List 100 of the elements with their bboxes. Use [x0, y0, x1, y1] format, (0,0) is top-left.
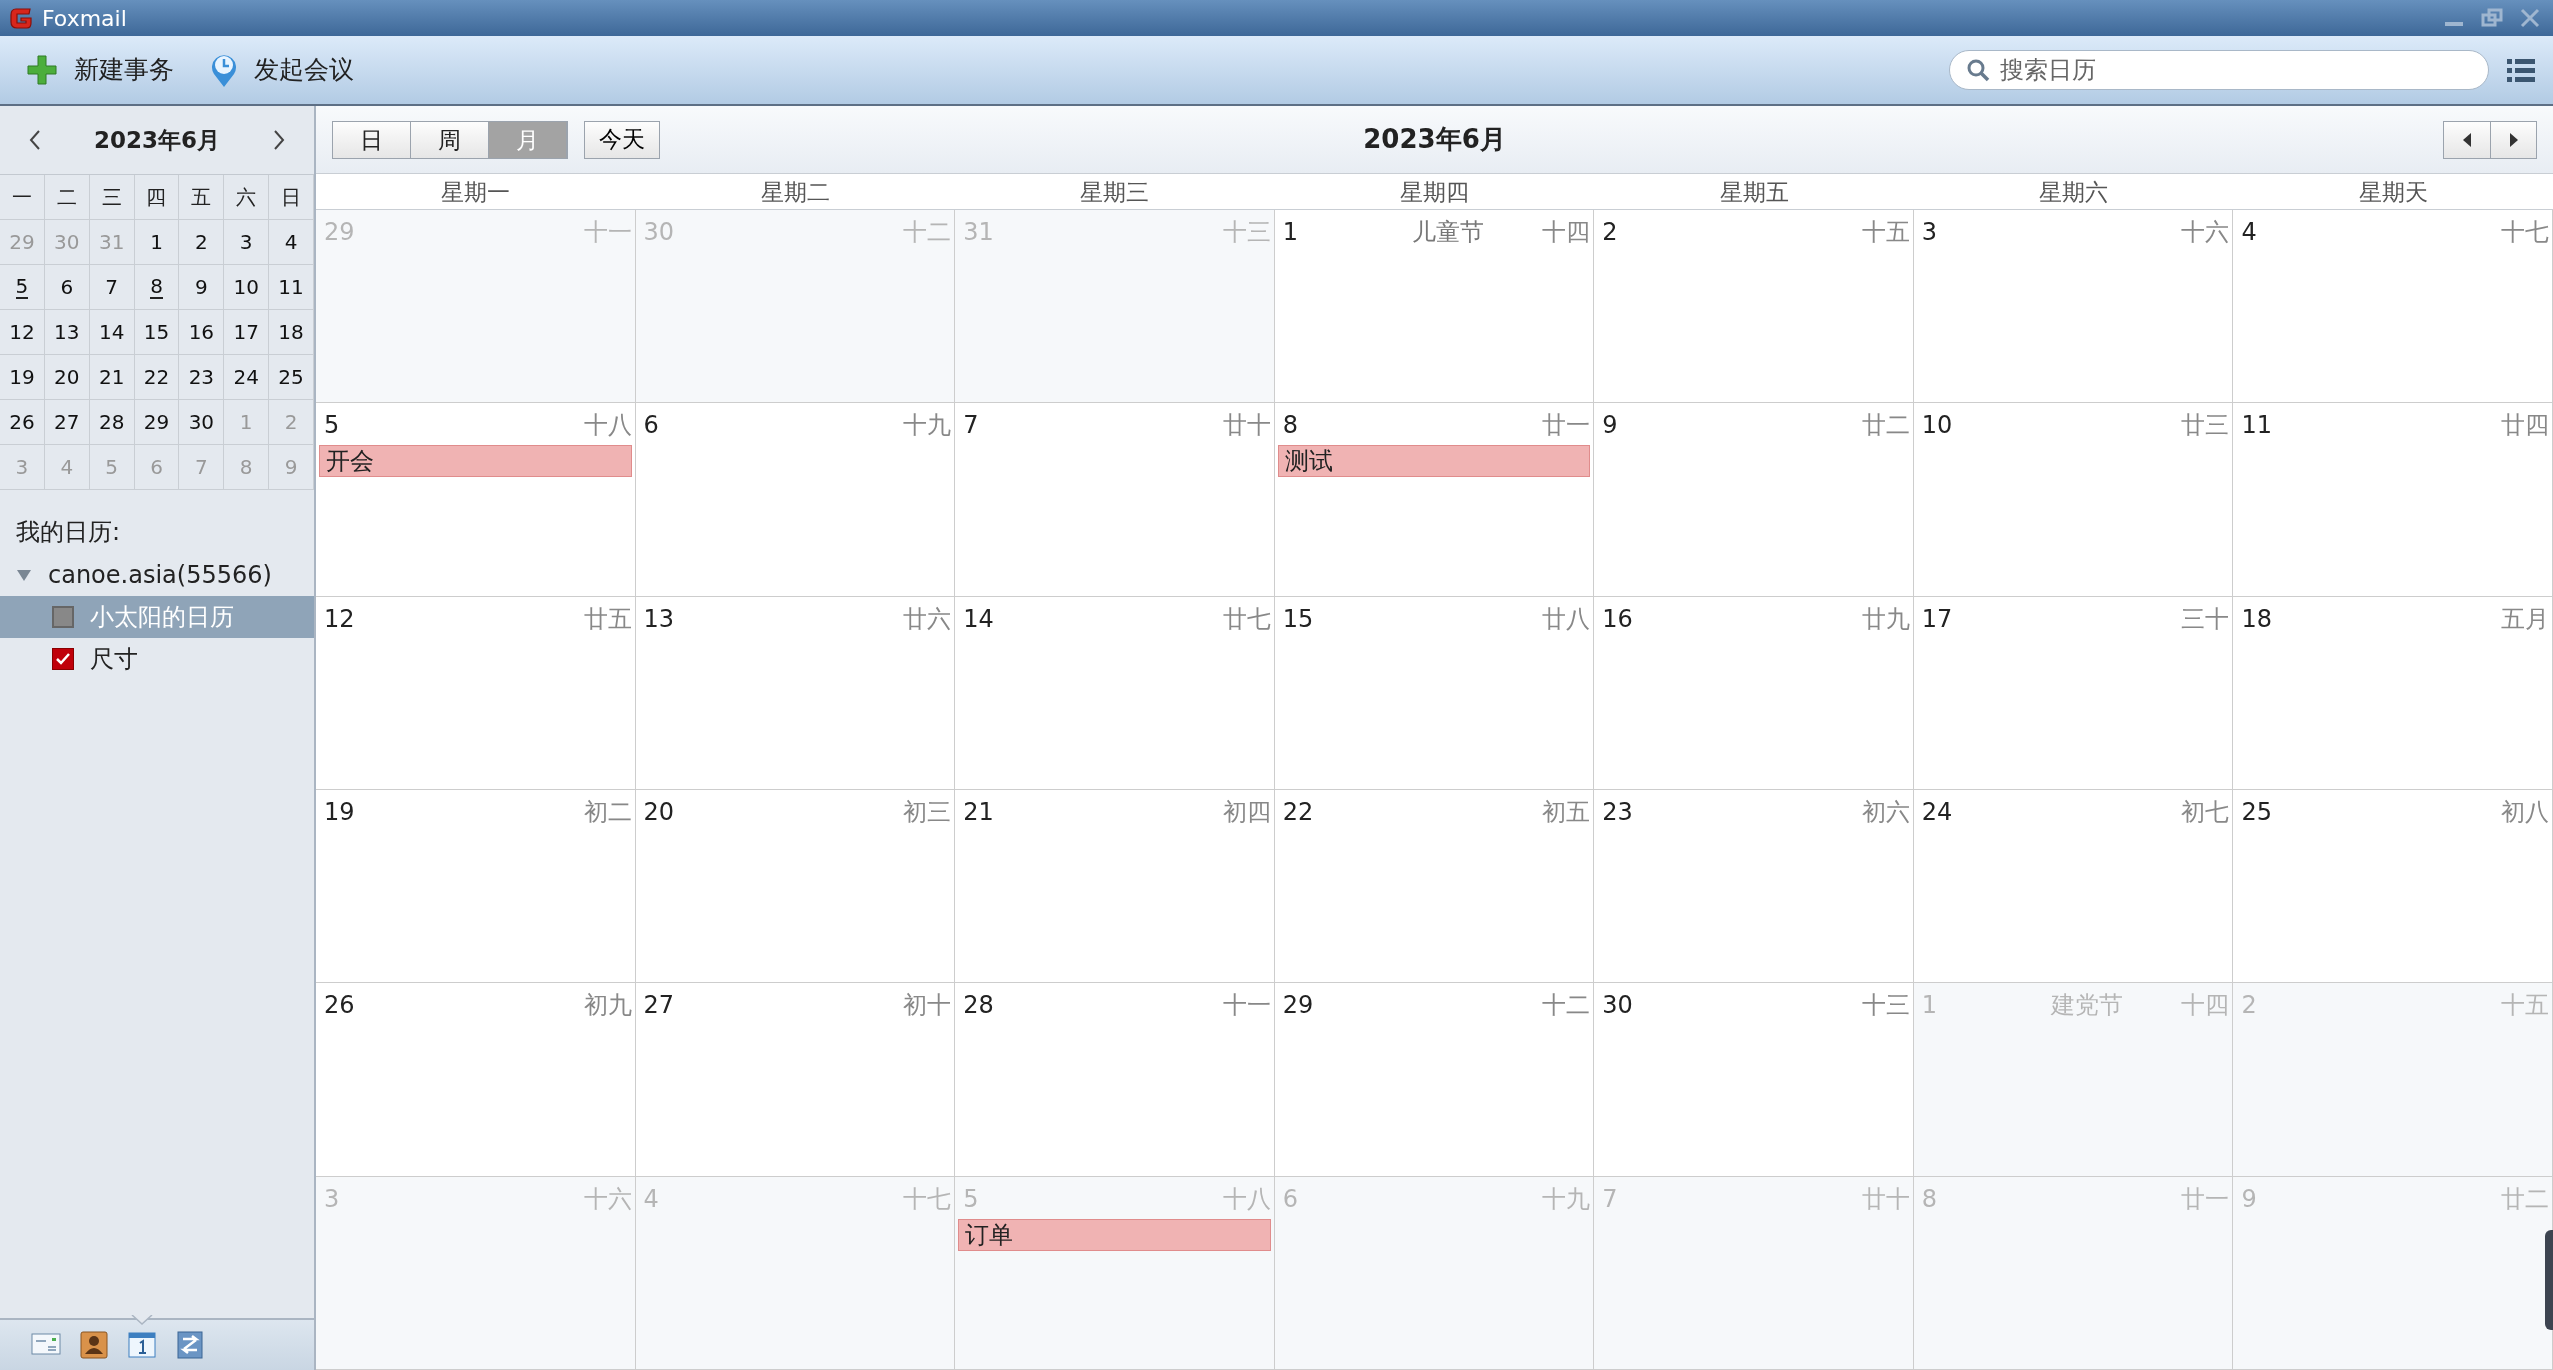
- mini-calendar-day[interactable]: 5: [15, 275, 29, 299]
- lunar-date: 廿七: [1222, 603, 1271, 635]
- mini-calendar-day[interactable]: 25: [278, 366, 304, 388]
- mini-calendar-day[interactable]: 1: [150, 231, 163, 253]
- lunar-date: 五月: [2501, 603, 2549, 635]
- day-number: 1: [1920, 990, 1938, 1022]
- weekday-label: 六: [236, 184, 257, 211]
- day-cell[interactable]: 2 十五: [1594, 210, 1914, 404]
- lunar-date: 十三: [1222, 217, 1271, 248]
- mini-calendar-day[interactable]: 16: [188, 321, 215, 343]
- day-number: 17: [1920, 603, 1953, 635]
- mini-calendar-day[interactable]: 18: [278, 321, 304, 343]
- mini-calendar-day[interactable]: 4: [284, 231, 298, 253]
- new-item-button[interactable]: 新建事务: [16, 51, 184, 89]
- day-number: 13: [642, 603, 675, 635]
- mini-calendar-day[interactable]: 12: [9, 321, 35, 343]
- day-number: 10: [1920, 410, 1953, 442]
- mini-calendar-day[interactable]: 19: [9, 366, 35, 388]
- mini-calendar-day[interactable]: 10: [233, 276, 259, 298]
- day-number: 7: [1601, 1183, 1618, 1215]
- mini-calendar-day[interactable]: 13: [54, 321, 80, 343]
- mini-calendar-day[interactable]: 3: [239, 231, 253, 253]
- mini-calendar-day[interactable]: 2: [195, 231, 208, 253]
- day-cell[interactable]: 3 十六: [1913, 210, 2234, 404]
- day-cell[interactable]: 27 初十: [635, 983, 956, 1177]
- day-cell[interactable]: 4 十七: [2233, 210, 2553, 404]
- mini-calendar-day[interactable]: 6: [60, 276, 74, 298]
- day-cell[interactable]: 20 初三: [635, 790, 956, 984]
- day-number: 21: [962, 797, 994, 828]
- day-cell[interactable]: 30 十三: [1594, 983, 1914, 1177]
- mini-calendar-day[interactable]: 24: [233, 366, 259, 388]
- day-cell[interactable]: 19 初二: [316, 790, 636, 984]
- day-number: 27: [642, 990, 675, 1022]
- day-cell[interactable]: 26 初九: [316, 983, 636, 1177]
- view-tab[interactable]: 日: [333, 121, 411, 158]
- lunar-date: 廿十: [1222, 410, 1271, 442]
- weekday-header: 星期六: [2038, 178, 2110, 207]
- account-label[interactable]: canoe.asia(55566): [48, 557, 272, 593]
- mini-calendar-day[interactable]: 17: [233, 321, 259, 343]
- weekday-header: 星期一: [440, 178, 512, 207]
- day-cell[interactable]: 22 初五: [1274, 790, 1595, 984]
- day-cell[interactable]: 16 廿九: [1594, 596, 1914, 790]
- lunar-date: 廿二: [2501, 1183, 2549, 1215]
- mini-calendar-day[interactable]: 23: [188, 366, 215, 388]
- day-cell[interactable]: 13 廿六: [635, 596, 956, 790]
- day-cell[interactable]: 21 初四: [955, 790, 1275, 984]
- day-number: 30: [642, 217, 675, 248]
- mini-calendar-day[interactable]: 7: [105, 276, 118, 298]
- day-cell[interactable]: 10 廿三: [1913, 403, 2234, 597]
- mini-calendar-day[interactable]: 20: [54, 366, 80, 388]
- mini-calendar-day[interactable]: 14: [98, 321, 125, 343]
- weekday-label: 四: [146, 184, 167, 211]
- lunar-date: 初十: [903, 990, 952, 1022]
- mini-calendar-day[interactable]: 30: [188, 411, 215, 433]
- view-tab[interactable]: 周: [411, 121, 489, 158]
- day-cell[interactable]: 17 三十: [1913, 596, 2234, 790]
- mini-calendar-day[interactable]: 29: [143, 411, 170, 433]
- day-cell[interactable]: 6 十九: [635, 403, 956, 597]
- day-cell[interactable]: 15 廿八: [1274, 596, 1595, 790]
- day-cell[interactable]: 7 廿十: [955, 403, 1275, 597]
- lunar-date: 十六: [2181, 217, 2230, 248]
- day-cell[interactable]: 23 初六: [1594, 790, 1914, 984]
- mini-calendar-day[interactable]: 11: [278, 276, 304, 298]
- meeting-button[interactable]: 发起会议: [200, 51, 364, 89]
- mini-calendar-day[interactable]: 9: [195, 276, 208, 298]
- search-box[interactable]: 搜索日历: [1949, 50, 2489, 90]
- day-cell[interactable]: 1 儿童节 十四: [1274, 210, 1595, 404]
- weekday-label: 五: [191, 184, 212, 211]
- mini-calendar-day[interactable]: 27: [54, 411, 80, 433]
- day-cell[interactable]: 11 廿四: [2233, 403, 2553, 597]
- today-button[interactable]: 今天: [584, 120, 660, 159]
- section-heading: 我的日历:: [15, 517, 122, 548]
- event-bar[interactable]: 开会: [319, 445, 632, 478]
- event-bar[interactable]: 测试: [1277, 445, 1591, 478]
- event-bar[interactable]: 订单: [958, 1218, 1271, 1251]
- day-cell[interactable]: 29 十二: [1274, 983, 1595, 1177]
- mini-calendar-day[interactable]: 22: [143, 366, 170, 388]
- mini-calendar-day[interactable]: 28: [98, 411, 125, 433]
- day-cell[interactable]: 5 十八 开会: [316, 403, 636, 597]
- day-cell[interactable]: 28 十一: [955, 983, 1275, 1177]
- day-number: 15: [1281, 603, 1314, 635]
- window-title: Foxmail: [42, 4, 127, 33]
- day-number: 7: [962, 410, 979, 442]
- mini-calendar-day[interactable]: 21: [98, 366, 125, 388]
- day-cell[interactable]: 5 十八 订单: [955, 1176, 1275, 1370]
- mini-calendar-day[interactable]: 15: [143, 321, 170, 343]
- mini-calendar-day[interactable]: 8: [150, 275, 163, 299]
- day-number: 22: [1281, 797, 1314, 828]
- search-field[interactable]: 搜索日历: [1998, 51, 2472, 89]
- month-title: 2023年6月: [1363, 123, 1506, 156]
- day-cell[interactable]: 18 五月: [2233, 596, 2553, 790]
- lunar-date: 廿八: [1542, 603, 1591, 635]
- calendar-list-item[interactable]: 尺寸: [0, 638, 314, 680]
- day-cell[interactable]: 8 廿一 测试: [1274, 403, 1595, 597]
- lunar-date: 廿三: [2181, 410, 2230, 442]
- day-cell[interactable]: 14 廿七: [955, 596, 1275, 790]
- weekday-header: 星期二: [759, 178, 831, 207]
- day-cell[interactable]: 9 廿二: [1594, 403, 1914, 597]
- day-cell[interactable]: 12 廿五: [316, 596, 636, 790]
- mini-calendar-day[interactable]: 26: [9, 411, 35, 433]
